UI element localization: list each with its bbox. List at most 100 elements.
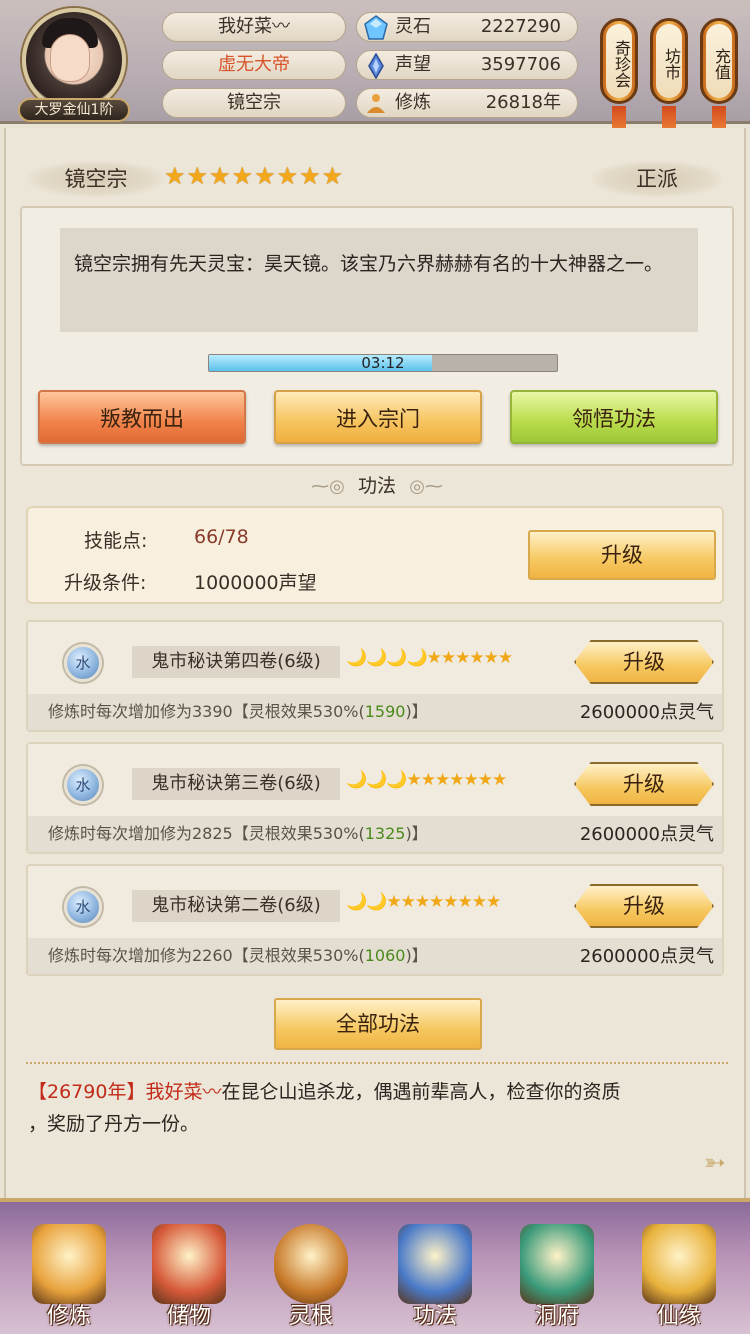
comprehend-technique-button[interactable]: 领悟功法 [510,390,718,444]
technique-name: 鬼市秘诀第二卷(6级) [132,890,340,922]
technique-description: 修炼时每次增加修为3390【灵根效果530%(1590)】 [48,698,428,722]
player-avatar[interactable]: 大罗金仙1阶 [18,6,130,122]
event-log: 【26790年】我好菜〰在昆仑山追杀龙，偶遇前辈高人，检查你的资质 ，奖励了丹方… [28,1076,728,1140]
desc-green-value: 1590 [364,702,406,721]
resource-value: 26818年 [485,92,561,113]
sect-name-tag: 镜空宗 [28,161,164,197]
water-element-icon: 水 [64,888,102,926]
technique-name: 鬼市秘诀第四卷(6级) [132,646,340,678]
water-element-icon: 水 [64,766,102,804]
monk-meditation-icon [32,1224,106,1304]
sect-timer-bar: 03:12 [208,354,558,372]
avatar-face [50,34,90,82]
nav-label: 功法 [412,1304,457,1329]
resource-label: 声望 [395,54,431,75]
technique-rating: 🌙🌙🌙🌙★★★★★★ [346,648,513,668]
desc-suffix: )】 [405,824,428,843]
player-title: 虚无大帝 [162,50,346,80]
technique-cost: 2600000点灵气 [579,702,714,723]
nav-label: 修炼 [46,1304,91,1329]
log-text-part2: ，奖励了丹方一份。 [28,1113,200,1135]
spirit-stone-icon [364,15,388,40]
button-label: 奇珍会 [606,24,632,98]
sect-description-card: 镜空宗拥有先天灵宝：昊天镜。该宝乃六界赫赫有名的十大神器之一。 03:12 叛教… [20,206,734,466]
nav-cultivate[interactable]: 修炼 [14,1216,124,1334]
scripture-book-icon [398,1224,472,1304]
nav-label: 仙缘 [656,1304,701,1329]
next-log-arrow-icon[interactable]: ➳ [704,1148,726,1178]
player-name: 我好菜〰 [162,12,346,42]
desc-prefix: 修炼时每次增加修为2825【灵根效果530%( [48,824,365,843]
treasure-fair-button[interactable]: 奇珍会 [600,18,638,104]
log-year: 【26790年】 [28,1081,146,1103]
cave-dwelling-icon [520,1224,594,1304]
technique-card: 水 鬼市秘诀第二卷(6级) 🌙🌙★★★★★★★★ 升级 修炼时每次增加修为226… [26,864,724,976]
resource-prestige: 声望 3597706 [356,50,578,80]
nav-fate[interactable]: 仙缘 [624,1216,734,1334]
resource-label: 灵石 [395,16,431,37]
nav-label: 灵根 [288,1304,333,1329]
log-text-part1: 在昆仑山追杀龙，偶遇前辈高人，检查你的资质 [221,1081,621,1103]
technique-name: 鬼市秘诀第三卷(6级) [132,768,340,800]
spirit-root-orb-icon [274,1224,348,1304]
nav-spirit-root[interactable]: 灵根 [256,1216,366,1334]
resource-label: 修炼 [395,92,431,113]
rank-badge: 大罗金仙1阶 [18,98,130,122]
resource-cultivation: 修炼 26818年 [356,88,578,118]
cloud-ornament-icon: ◎⁓ [409,476,443,497]
desc-green-value: 1325 [364,824,406,843]
resource-spirit-stone: 灵石 2227290 [356,12,578,42]
main-panel: 镜空宗 ★★★★★★★★ 正派 镜空宗拥有先天灵宝：昊天镜。该宝乃六界赫赫有名的… [4,128,746,1198]
technique-card: 水 鬼市秘诀第三卷(6级) 🌙🌙🌙★★★★★★★ 升级 修炼时每次增加修为282… [26,742,724,854]
technique-upgrade-button[interactable]: 升级 [574,884,714,928]
leave-sect-button[interactable]: 叛教而出 [38,390,246,444]
recharge-button[interactable]: 充值 [700,18,738,104]
player-sect: 镜空宗 [162,88,346,118]
resource-value: 3597706 [480,54,561,75]
treasure-bag-icon [152,1224,226,1304]
cloud-ornament-icon: ⁓◎ [311,476,345,497]
technique-description: 修炼时每次增加修为2260【灵根效果530%(1060)】 [48,942,428,966]
market-button[interactable]: 坊市 [650,18,688,104]
technique-cost: 2600000点灵气 [579,946,714,967]
desc-suffix: )】 [405,946,428,965]
sect-description: 镜空宗拥有先天灵宝：昊天镜。该宝乃六界赫赫有名的十大神器之一。 [60,228,698,332]
technique-card: 水 鬼市秘诀第四卷(6级) 🌙🌙🌙🌙★★★★★★ 升级 修炼时每次增加修为339… [26,620,724,732]
cultivation-icon [367,94,385,113]
desc-prefix: 修炼时每次增加修为2260【灵根效果530%( [48,946,365,965]
log-player-name: 我好菜〰 [145,1081,222,1103]
water-element-icon: 水 [64,644,102,682]
skill-points-value: 66/78 [194,526,249,548]
prestige-icon [368,53,384,79]
technique-upgrade-button[interactable]: 升级 [574,640,714,684]
upgrade-condition-label: 升级条件: [64,572,147,594]
all-techniques-button[interactable]: 全部功法 [274,998,482,1050]
technique-description: 修炼时每次增加修为2825【灵根效果530%(1325)】 [48,820,428,844]
log-divider [26,1062,728,1072]
upgrade-skill-points-button[interactable]: 升级 [528,530,716,580]
technique-rating: 🌙🌙🌙★★★★★★★ [346,770,507,790]
nav-storage[interactable]: 储物 [134,1216,244,1334]
top-header: 大罗金仙1阶 我好菜〰 虚无大帝 镜空宗 灵石 2227290 声望 35977… [0,0,750,136]
button-label: 坊市 [656,24,682,98]
resource-value: 2227290 [480,16,561,37]
desc-suffix: )】 [405,702,428,721]
gourd-icon [642,1224,716,1304]
skill-points-label: 技能点: [84,530,148,552]
section-title-text: 功法 [357,475,396,497]
timer-text: 03:12 [361,354,405,372]
skill-points-box: 技能点: 66/78 升级条件: 1000000声望 升级 [26,506,724,604]
nav-label: 储物 [166,1304,211,1329]
sect-stars: ★★★★★★★★ [164,162,345,190]
button-label: 充值 [706,24,732,98]
desc-green-value: 1060 [364,946,406,965]
technique-upgrade-button[interactable]: 升级 [574,762,714,806]
upgrade-condition-value: 1000000声望 [194,572,317,594]
nav-cave[interactable]: 洞府 [502,1216,612,1334]
nav-techniques[interactable]: 功法 [380,1216,490,1334]
technique-cost: 2600000点灵气 [579,824,714,845]
sect-alignment-tag: 正派 [592,161,722,197]
bottom-navigation: 修炼 储物 灵根 功法 洞府 仙缘 [0,1198,750,1334]
technique-rating: 🌙🌙★★★★★★★★ [346,892,501,912]
enter-sect-button[interactable]: 进入宗门 [274,390,482,444]
